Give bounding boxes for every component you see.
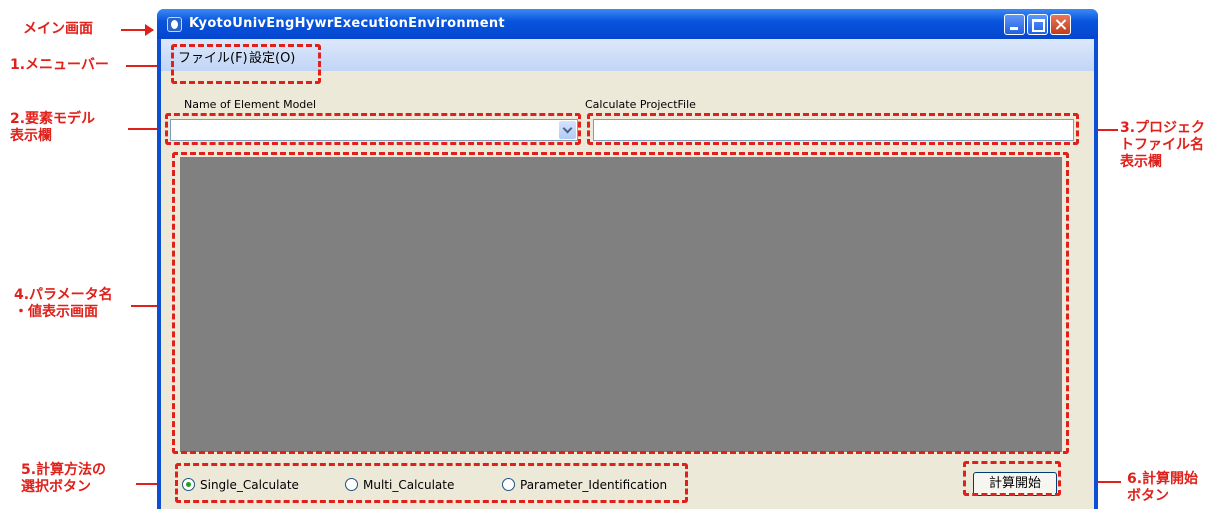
title-bar[interactable]: KyotoUnivEngHywrExecutionEnvironment	[157, 9, 1098, 39]
highlight-calc-method	[175, 463, 688, 503]
annotation-element-model: 2.要素モデル 表示欄	[10, 111, 96, 144]
close-button[interactable]	[1050, 14, 1071, 35]
window-title: KyotoUnivEngHywrExecutionEnvironment	[189, 16, 505, 31]
arrow-main-screen	[121, 24, 154, 36]
highlight-project-file	[587, 113, 1079, 145]
annotation-project-file: 3.プロジェク トファイル名 表示欄	[1120, 120, 1206, 170]
highlight-element-model	[165, 113, 581, 145]
highlight-start-button	[963, 461, 1061, 496]
annotation-main-screen: メイン画面	[23, 21, 93, 37]
project-file-label: Calculate ProjectFile	[585, 98, 696, 111]
annotation-parameter-panel: 4.パラメータ名 ・値表示画面	[14, 287, 113, 320]
minimize-button[interactable]	[1004, 14, 1025, 35]
annotation-menubar: 1.メニューバー	[10, 57, 109, 73]
maximize-button[interactable]	[1027, 14, 1048, 35]
element-model-label: Name of Element Model	[184, 98, 317, 111]
annotation-calc-method: 5.計算方法の 選択ボタン	[21, 462, 107, 495]
app-icon[interactable]	[167, 17, 182, 32]
highlight-menubar	[171, 44, 321, 84]
highlight-parameter-panel	[172, 152, 1069, 454]
annotation-start-button: 6.計算開始 ボタン	[1127, 471, 1199, 504]
